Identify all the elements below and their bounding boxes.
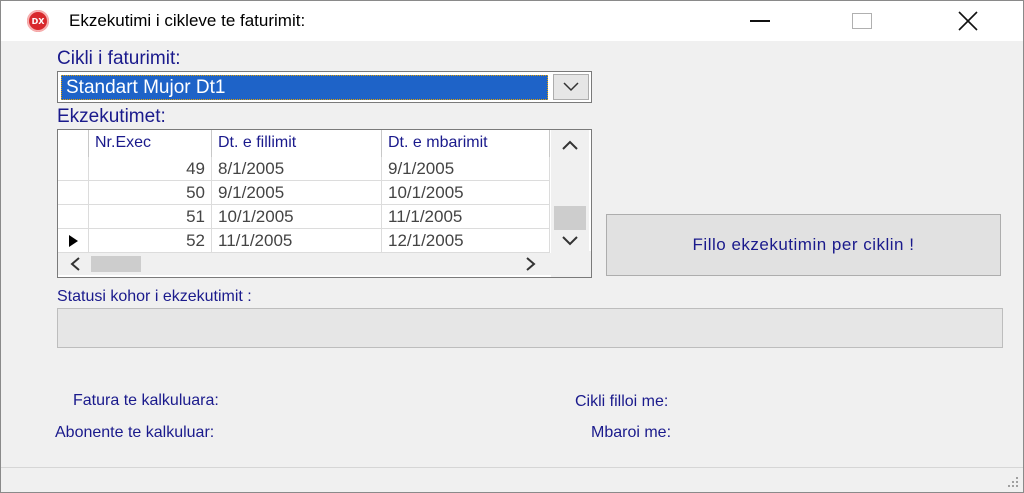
cell-nr-exec[interactable]: 52 [89,229,212,253]
grid-header: Nr.Exec Dt. e fillimit Dt. e mbarimit [58,130,550,157]
chevron-right-icon [526,257,536,271]
close-button[interactable] [945,1,991,41]
status-label: Statusi kohor i ekzekutimit : [57,288,252,305]
cell-start-date[interactable]: 8/1/2005 [212,157,382,181]
current-row-icon [69,235,78,247]
executions-grid[interactable]: Nr.Exec Dt. e fillimit Dt. e mbarimit 49… [57,129,592,278]
table-row[interactable]: 50 9/1/2005 10/1/2005 [58,181,550,205]
cycle-dropdown-button[interactable] [553,74,589,100]
subscribers-calculated-label: Abonente te kalkuluar: [55,424,215,441]
row-indicator[interactable] [58,157,89,181]
cycle-select-value[interactable]: Standart Mujor Dt1 [61,75,548,100]
cell-nr-exec[interactable]: 49 [89,157,212,181]
row-indicator-header [58,130,89,157]
title-bar[interactable]: DX Ekzekutimi i cikleve te faturimit: [1,1,1023,41]
invoices-calculated-label: Fatura te kalkuluara: [73,392,219,409]
run-cycle-button[interactable]: Fillo ekzekutimin per ciklin ! [606,214,1001,276]
cell-end-date[interactable]: 12/1/2005 [382,229,550,253]
column-header-start-date[interactable]: Dt. e fillimit [212,130,382,157]
scroll-up-button[interactable] [551,134,589,156]
cell-start-date[interactable]: 11/1/2005 [212,229,382,253]
horizontal-scroll-thumb[interactable] [91,256,141,272]
cycle-started-label: Cikli filloi me: [575,393,669,410]
cell-end-date[interactable]: 9/1/2005 [382,157,550,181]
scroll-right-button[interactable] [520,255,542,273]
column-header-nr-exec[interactable]: Nr.Exec [89,130,212,157]
minimize-icon [750,20,770,22]
horizontal-scrollbar[interactable] [58,253,551,275]
maximize-button[interactable] [839,1,885,41]
cell-end-date[interactable]: 11/1/2005 [382,205,550,229]
table-row-current[interactable]: 52 11/1/2005 12/1/2005 [58,229,550,253]
minimize-button[interactable] [737,1,783,41]
chevron-down-icon [562,236,578,246]
status-bar-divider [1,467,1023,468]
row-indicator[interactable] [58,229,89,253]
close-icon [958,11,978,31]
cell-start-date[interactable]: 9/1/2005 [212,181,382,205]
scroll-left-button[interactable] [64,255,86,273]
vertical-scroll-thumb[interactable] [554,206,586,230]
table-row[interactable]: 49 8/1/2005 9/1/2005 [58,157,550,181]
app-window: DX Ekzekutimi i cikleve te faturimit: Ci… [0,0,1024,493]
cell-end-date[interactable]: 10/1/2005 [382,181,550,205]
status-progress-box [57,308,1003,348]
chevron-down-icon [563,82,579,92]
scrollbar-corner [551,251,591,277]
cell-nr-exec[interactable]: 51 [89,205,212,229]
row-indicator[interactable] [58,205,89,229]
cycle-label: Cikli i faturimit: [57,48,181,69]
table-row[interactable]: 51 10/1/2005 11/1/2005 [58,205,550,229]
resize-grip-icon[interactable] [1005,474,1019,488]
chevron-left-icon [70,257,80,271]
app-logo-icon: DX [27,10,49,32]
window-title: Ekzekutimi i cikleve te faturimit: [69,11,306,30]
chevron-up-icon [562,140,578,150]
row-indicator[interactable] [58,181,89,205]
vertical-scrollbar[interactable] [551,130,589,251]
cell-start-date[interactable]: 10/1/2005 [212,205,382,229]
maximize-icon [852,13,872,29]
column-header-end-date[interactable]: Dt. e mbarimit [382,130,550,157]
executions-label: Ekzekutimet: [57,106,166,127]
cell-nr-exec[interactable]: 50 [89,181,212,205]
cycle-select[interactable]: Standart Mujor Dt1 [57,71,592,103]
scroll-down-button[interactable] [551,231,589,251]
cycle-ended-label: Mbaroi me: [591,424,672,441]
